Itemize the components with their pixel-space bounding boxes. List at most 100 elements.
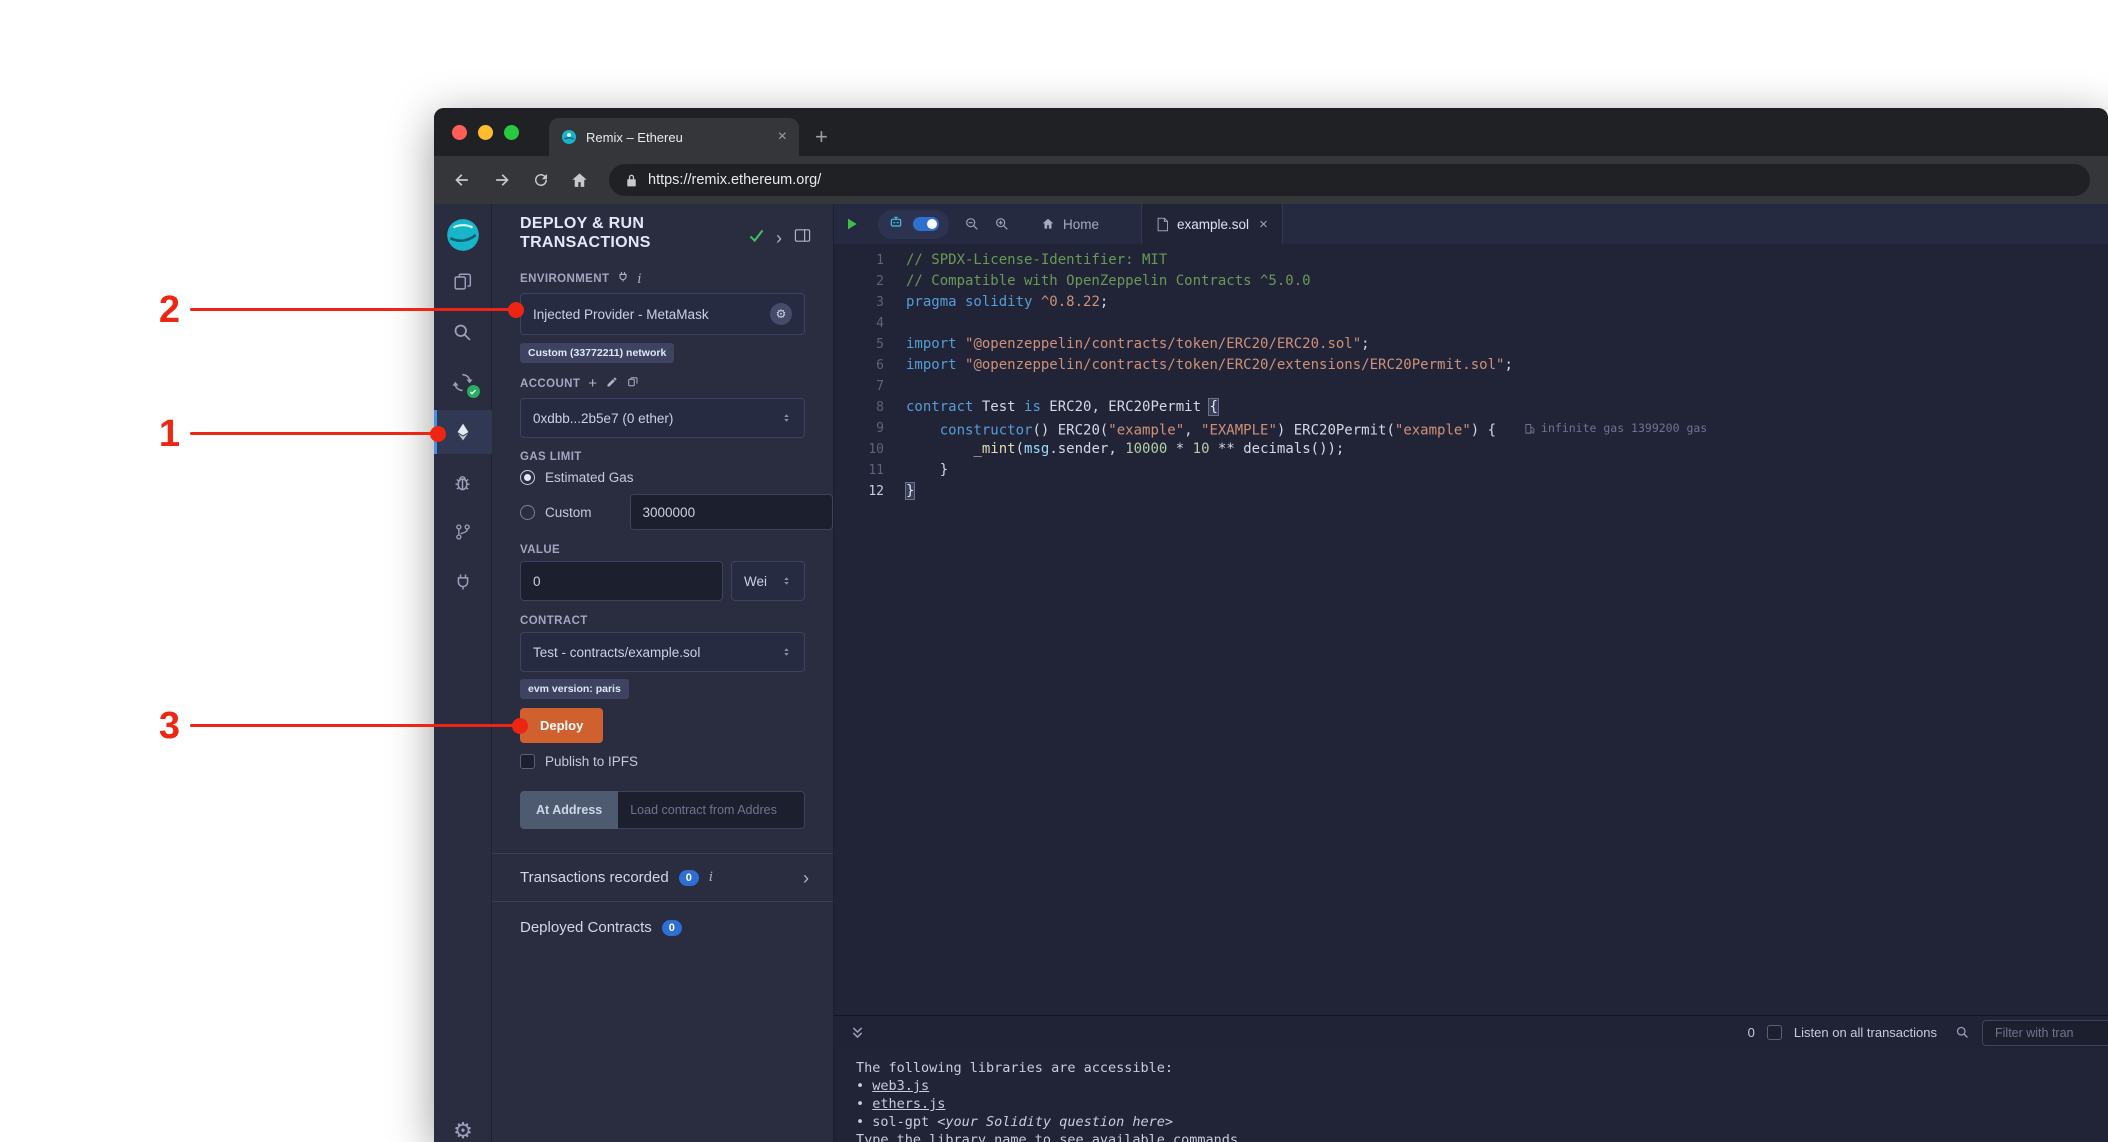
code-line[interactable]: 8 contract Test is ERC20, ERC20Permit { <box>834 397 2108 418</box>
panel-collapse-icon[interactable]: › <box>776 229 782 247</box>
estimated-gas-label: Estimated Gas <box>545 470 634 485</box>
run-script-icon[interactable] <box>834 204 870 244</box>
at-address-input[interactable] <box>618 791 805 829</box>
ai-copilot-icon[interactable] <box>888 214 904 235</box>
solidity-compiler-icon[interactable] <box>434 360 492 404</box>
tab-example-sol[interactable]: example.sol × <box>1141 204 1283 244</box>
minimize-window-button[interactable] <box>478 125 493 140</box>
zoom-out-icon[interactable] <box>964 216 980 232</box>
environment-info-icon[interactable]: i <box>637 273 641 286</box>
add-account-icon[interactable]: + <box>588 376 597 391</box>
terminal-search-icon[interactable] <box>1955 1025 1970 1040</box>
terminal-link[interactable]: ethers.js <box>872 1096 945 1112</box>
file-explorer-icon[interactable] <box>434 260 492 304</box>
git-icon[interactable] <box>434 510 492 554</box>
deploy-button[interactable]: Deploy <box>520 708 604 743</box>
url-text: https://remix.ethereum.org/ <box>648 172 822 188</box>
account-select[interactable]: 0xdbb...2b5e7 (0 ether) <box>520 398 805 438</box>
terminal-filter-input[interactable] <box>1982 1019 2108 1046</box>
code-line[interactable]: 11 } <box>834 460 2108 481</box>
remix-app: ⚙ DEPLOY & RUN TRANSACTIONS › ENVIRONMEN… <box>434 204 2108 1142</box>
transactions-expand-icon[interactable]: › <box>803 869 809 887</box>
terminal-link[interactable]: web3.js <box>872 1078 929 1094</box>
line-number: 4 <box>876 316 884 331</box>
terminal-line: • sol-gpt <your Solidity question here> <box>856 1114 1173 1130</box>
chevron-updown-icon <box>781 574 792 588</box>
value-unit-select[interactable]: Wei <box>731 561 805 601</box>
environment-value: Injected Provider - MetaMask <box>533 306 709 322</box>
remix-logo <box>446 219 479 251</box>
listen-all-transactions-checkbox[interactable] <box>1766 1025 1782 1040</box>
code-editor[interactable]: 1// SPDX-License-Identifier: MIT 2// Comp… <box>834 244 2108 1015</box>
publish-ipfs-checkbox[interactable] <box>520 754 535 769</box>
code-line[interactable]: 4 <box>834 313 2108 334</box>
code-line[interactable]: 10 _mint(msg.sender, 10000 * 10 ** decim… <box>834 439 2108 460</box>
value-unit: Wei <box>744 573 768 589</box>
address-bar[interactable]: https://remix.ethereum.org/ <box>609 164 2090 196</box>
listen-all-transactions-label: Listen on all transactions <box>1793 1025 1937 1040</box>
terminal-toolbar: 0 Listen on all transactions <box>834 1015 2108 1049</box>
home-icon[interactable] <box>570 171 589 190</box>
annotation-dot-3 <box>512 718 528 734</box>
code-line[interactable]: 1// SPDX-License-Identifier: MIT <box>834 250 2108 271</box>
search-icon[interactable] <box>434 310 492 354</box>
custom-gas-label: Custom <box>545 504 592 520</box>
annotation-marker-2: 2 <box>158 289 180 331</box>
zoom-in-icon[interactable] <box>994 216 1010 232</box>
code-line[interactable]: 7 <box>834 376 2108 397</box>
back-icon[interactable] <box>452 170 472 190</box>
line-number: 12 <box>868 484 884 499</box>
environment-settings-icon[interactable]: ⚙ <box>770 303 792 325</box>
line-number: 9 <box>876 421 884 436</box>
value-input[interactable] <box>520 561 723 601</box>
environment-plug-icon[interactable] <box>617 270 629 288</box>
forward-icon[interactable] <box>492 170 512 190</box>
transactions-recorded-label: Transactions recorded <box>520 869 669 886</box>
terminal-output[interactable]: The following libraries are accessible: •… <box>834 1049 2108 1142</box>
tab-close-icon[interactable]: × <box>778 129 787 145</box>
line-number: 7 <box>876 379 884 394</box>
at-address-button[interactable]: At Address <box>520 791 619 829</box>
network-badge: Custom (33772211) network <box>520 343 675 363</box>
tab-example-sol-label: example.sol <box>1177 216 1250 232</box>
plugin-manager-icon[interactable] <box>434 560 492 604</box>
code-line[interactable]: 2// Compatible with OpenZeppelin Contrac… <box>834 271 2108 292</box>
remix-favicon-icon <box>561 129 577 145</box>
lock-icon <box>625 173 638 188</box>
settings-gear-icon[interactable]: ⚙ <box>434 1118 492 1142</box>
custom-gas-radio[interactable] <box>520 504 535 520</box>
pin-panel-icon[interactable] <box>794 228 811 248</box>
annotation-marker-1: 1 <box>158 413 180 455</box>
annotation-line-2 <box>190 308 516 311</box>
edit-account-icon[interactable] <box>606 375 618 393</box>
debugger-icon[interactable] <box>434 460 492 504</box>
line-number: 5 <box>876 337 884 352</box>
account-value: 0xdbb...2b5e7 (0 ether) <box>533 410 674 426</box>
copy-account-icon[interactable] <box>627 375 639 393</box>
close-window-button[interactable] <box>452 125 467 140</box>
tab-close-icon[interactable]: × <box>1259 216 1268 233</box>
tab-home[interactable]: Home <box>1025 204 1115 244</box>
reload-icon[interactable] <box>532 171 550 189</box>
custom-gas-input[interactable] <box>629 494 833 530</box>
code-line[interactable]: 9 constructor() ERC20("example", "EXAMPL… <box>834 418 2108 439</box>
browser-tab[interactable]: Remix – Ethereu × <box>549 118 799 156</box>
copilot-toggle[interactable] <box>913 217 939 231</box>
panel-check-icon[interactable] <box>749 229 764 247</box>
annotation-line-1 <box>190 432 438 435</box>
code-line[interactable]: 6 import "@openzeppelin/contracts/token/E… <box>834 355 2108 376</box>
gas-estimate-annotation: infinite gas 1399200 gas <box>1524 418 1707 439</box>
code-line[interactable]: 5 import "@openzeppelin/contracts/token/E… <box>834 334 2108 355</box>
code-line[interactable]: 12} <box>834 481 2108 502</box>
zoom-window-button[interactable] <box>504 125 519 140</box>
contract-select[interactable]: Test - contracts/example.sol <box>520 632 805 672</box>
estimated-gas-radio[interactable] <box>520 470 535 485</box>
transactions-recorded-section: Transactions recorded 0 i › <box>492 853 833 901</box>
editor-area: Home example.sol × 1// SPDX-License-Iden… <box>834 204 2108 1142</box>
compile-success-badge <box>466 385 480 398</box>
code-line[interactable]: 3 pragma solidity ^0.8.22; <box>834 292 2108 313</box>
environment-select[interactable]: Injected Provider - MetaMask ⚙ <box>520 293 805 335</box>
terminal-collapse-icon[interactable] <box>850 1025 865 1040</box>
transactions-info-icon[interactable]: i <box>709 871 713 884</box>
new-tab-button[interactable]: + <box>815 126 828 148</box>
